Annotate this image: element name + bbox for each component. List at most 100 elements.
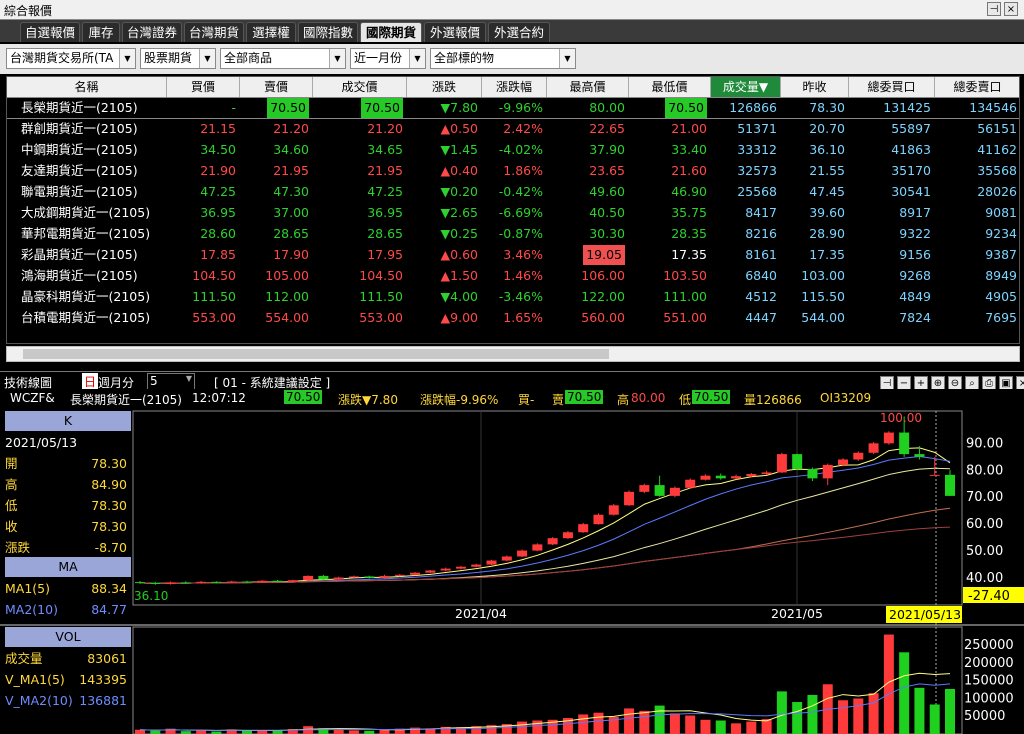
- cell-sell-value: 134546: [969, 100, 1017, 115]
- quote-change: 漲跌▼7.80: [338, 393, 398, 407]
- cell-name: 華邦電期貨近一(2105): [7, 224, 167, 244]
- cell-vol: 6840: [711, 266, 781, 286]
- print-icon[interactable]: ⎙: [982, 376, 996, 390]
- column-header-0[interactable]: 名稱: [7, 77, 167, 97]
- tab-tw-futures[interactable]: 台灣期貨: [184, 22, 244, 42]
- commodity-select[interactable]: 全部商品 ▼: [220, 48, 346, 69]
- tab-options[interactable]: 選擇權: [246, 22, 296, 42]
- horizontal-scrollbar[interactable]: [6, 346, 1020, 362]
- pin-icon[interactable]: ⊣: [880, 376, 894, 390]
- column-header-8[interactable]: 成交量▼: [711, 77, 781, 97]
- cell-vol-value: 6840: [745, 268, 777, 283]
- filter-bar: 台灣期貨交易所(TA ▼ 股票期貨 ▼ 全部商品 ▼ 近一月份 ▼ 全部標的物 ▼: [0, 44, 1024, 74]
- cell-last: 104.50: [313, 266, 407, 286]
- candle-body: [226, 581, 237, 583]
- column-header-11[interactable]: 總委賣口: [935, 77, 1019, 97]
- cell-pct-value: 1.65%: [503, 310, 543, 325]
- cell-prev: 103.00: [781, 266, 849, 286]
- cell-ask: 554.00: [240, 308, 313, 328]
- volume-bar: [715, 720, 726, 734]
- column-header-10[interactable]: 總委買口: [849, 77, 935, 97]
- cell-low-value: 35.75: [671, 205, 707, 220]
- table-row[interactable]: 晶豪科期貨近一(2105) 111.50 112.00 111.50 ▼4.00 -3.4…: [7, 287, 1019, 307]
- save-icon[interactable]: ▣: [999, 376, 1013, 390]
- cell-buy-value: 9322: [899, 226, 931, 241]
- table-row[interactable]: 友達期貨近一(2105) 21.90 21.95 21.95 ▲0.40 1.86% 23.…: [7, 161, 1019, 181]
- zoom-icon[interactable]: ⊕: [931, 376, 945, 390]
- period-day-button[interactable]: 日: [82, 373, 99, 390]
- column-header-7[interactable]: 最低價: [629, 77, 711, 97]
- exchange-select[interactable]: 台灣期貨交易所(TA ▼: [6, 48, 136, 69]
- candle-body: [303, 575, 314, 581]
- candle-body: [318, 575, 329, 580]
- candle-body: [150, 582, 161, 584]
- cell-low-value: 33.40: [671, 142, 707, 157]
- column-header-1[interactable]: 買價: [167, 77, 240, 97]
- cell-sell: 28026: [935, 182, 1019, 202]
- plus-icon[interactable]: +: [914, 376, 928, 390]
- tab-inventory[interactable]: 庫存: [82, 22, 120, 42]
- candle-body: [532, 544, 543, 551]
- scrollbar-thumb[interactable]: [23, 349, 609, 359]
- volume-bar: [669, 713, 680, 734]
- cell-name-value: 晶豪科期貨近一(2105): [21, 289, 151, 304]
- price-tick-label: 40.00: [966, 571, 1003, 586]
- table-row[interactable]: 彩晶期貨近一(2105) 17.85 17.90 17.95 ▲0.60 3.46% 19.…: [7, 245, 1019, 265]
- table-row[interactable]: 群創期貨近一(2105) 21.15 21.20 21.20 ▲0.50 2.42% 22.…: [7, 119, 1019, 139]
- cell-buy: 7824: [849, 308, 935, 328]
- cell-pct: -0.87%: [482, 224, 547, 244]
- candle-body: [792, 454, 803, 469]
- chevron-down-icon: ▼: [409, 49, 425, 68]
- zoom-out-icon[interactable]: ⊖: [948, 376, 962, 390]
- cell-ask-value: 21.95: [273, 163, 309, 178]
- tab-foreign-options-quote[interactable]: 外選報價: [424, 22, 486, 42]
- candle-body: [440, 568, 451, 571]
- period-value-select[interactable]: 5 ▼: [147, 373, 195, 390]
- candle-body: [715, 475, 726, 479]
- column-header-4[interactable]: 漲跌: [407, 77, 482, 97]
- column-header-3[interactable]: 成交價: [313, 77, 407, 97]
- cell-sell: 9387: [935, 245, 1019, 265]
- table-row[interactable]: 中鋼期貨近一(2105) 34.50 34.60 34.65 ▼1.45 -4.02% 37…: [7, 140, 1019, 160]
- quote-low-label: 低: [679, 393, 692, 407]
- cell-name: 大成鋼期貨近一(2105): [7, 203, 167, 223]
- close-icon[interactable]: ×: [1004, 2, 1018, 16]
- technical-chart[interactable]: 90.00 80.00 70.00 60.00 50.00 40.00 -27.40 36.1…: [0, 409, 1024, 734]
- minus-icon[interactable]: −: [897, 376, 911, 390]
- month-select[interactable]: 近一月份 ▼: [350, 48, 426, 69]
- table-row[interactable]: 長榮期貨近一(2105) - 70.50 70.50 ▼7.80 -9.96% 80.00 7…: [7, 97, 1019, 119]
- column-header-2[interactable]: 賣價: [240, 77, 313, 97]
- tab-watchlist[interactable]: 自選報價: [20, 22, 80, 42]
- table-row[interactable]: 鴻海期貨近一(2105) 104.50 105.00 104.50 ▲1.50 1.46%…: [7, 266, 1019, 286]
- close-icon[interactable]: ×: [1016, 376, 1024, 390]
- tab-foreign-options-contract[interactable]: 外選合約: [488, 22, 550, 42]
- tab-tw-securities[interactable]: 台灣證券: [122, 22, 182, 42]
- cell-vol: 8161: [711, 245, 781, 265]
- table-row[interactable]: 聯電期貨近一(2105) 47.25 47.30 47.25 ▼0.20 -0.42% 49…: [7, 182, 1019, 202]
- product-type-select[interactable]: 股票期貨 ▼: [140, 48, 216, 69]
- quote-low: 70.50: [692, 390, 731, 404]
- cell-chg-value: ▼2.65: [440, 205, 478, 220]
- search-icon[interactable]: ⌕: [965, 376, 979, 390]
- underlying-select[interactable]: 全部標的物 ▼: [430, 48, 576, 69]
- cell-buy: 41863: [849, 140, 935, 160]
- pin-icon[interactable]: ⊣: [987, 2, 1001, 16]
- cell-pct: -3.46%: [482, 287, 547, 307]
- cell-name-value: 友達期貨近一(2105): [21, 163, 138, 178]
- month-value: 近一月份: [354, 51, 403, 65]
- table-row[interactable]: 台積電期貨近一(2105) 553.00 554.00 553.00 ▲9.00 1.65…: [7, 308, 1019, 328]
- column-header-9[interactable]: 昨收: [781, 77, 849, 97]
- cell-name-value: 中鋼期貨近一(2105): [21, 142, 138, 157]
- cell-ask: 37.00: [240, 203, 313, 223]
- quote-time: 12:07:12: [192, 391, 246, 405]
- column-header-6[interactable]: 最高價: [547, 77, 629, 97]
- table-row[interactable]: 華邦電期貨近一(2105) 28.60 28.65 28.65 ▼0.25 -0.87% 3…: [7, 224, 1019, 244]
- volume-bar: [348, 730, 359, 734]
- tab-intl-index[interactable]: 國際指數: [298, 22, 358, 42]
- tab-intl-futures[interactable]: 國際期貨: [360, 22, 422, 42]
- column-header-5[interactable]: 漲跌幅: [482, 77, 547, 97]
- candle-body: [853, 452, 864, 460]
- cell-sell: 134546: [935, 98, 1019, 118]
- table-row[interactable]: 大成鋼期貨近一(2105) 36.95 37.00 36.95 ▼2.65 -6.69% 4…: [7, 203, 1019, 223]
- candle-body: [379, 575, 390, 578]
